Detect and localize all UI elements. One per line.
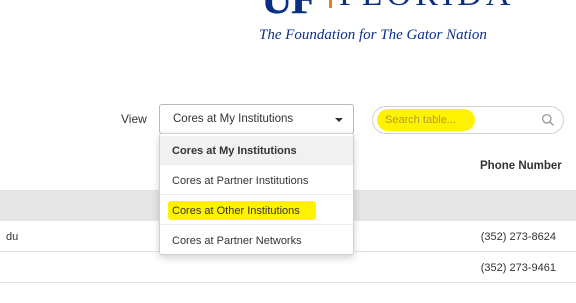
menu-item-other-institutions[interactable]: Cores at Other Institutions bbox=[160, 196, 353, 225]
table-cell-phone: (352) 273-9461 bbox=[480, 262, 556, 274]
menu-item-label: Cores at Partner Networks bbox=[172, 235, 302, 247]
view-select-menu: Cores at My Institutions Cores at Partne… bbox=[159, 133, 354, 255]
search-icon[interactable] bbox=[541, 113, 555, 127]
menu-item-label: Cores at My Institutions bbox=[172, 145, 297, 157]
logo-divider bbox=[329, 0, 332, 8]
table-cell-phone: (352) 273-8624 bbox=[480, 231, 556, 243]
table-row[interactable]: (352) 273-9461 bbox=[0, 253, 576, 283]
table-row[interactable] bbox=[0, 284, 576, 303]
view-label: View bbox=[121, 112, 147, 126]
menu-item-partner-institutions[interactable]: Cores at Partner Institutions bbox=[160, 166, 353, 195]
search-input[interactable] bbox=[385, 112, 525, 128]
logo-tagline: The Foundation for The Gator Nation bbox=[259, 27, 487, 43]
menu-item-label: Cores at Other Institutions bbox=[172, 205, 300, 217]
column-header-phone[interactable]: Phone Number bbox=[480, 160, 562, 172]
menu-item-label: Cores at Partner Institutions bbox=[172, 175, 309, 187]
view-select-value: Cores at My Institutions bbox=[173, 113, 294, 125]
search-box[interactable] bbox=[372, 106, 564, 134]
logo-mark: UF bbox=[261, 0, 321, 20]
menu-item-partner-networks[interactable]: Cores at Partner Networks bbox=[160, 226, 353, 255]
caret-down-icon bbox=[335, 118, 343, 122]
logo: UF FLORIDA bbox=[255, 0, 555, 20]
table-cell-email: du bbox=[6, 231, 19, 243]
menu-item-my-institutions[interactable]: Cores at My Institutions bbox=[160, 136, 353, 165]
view-select[interactable]: Cores at My Institutions bbox=[159, 104, 354, 134]
logo-wordmark: FLORIDA bbox=[339, 0, 514, 12]
